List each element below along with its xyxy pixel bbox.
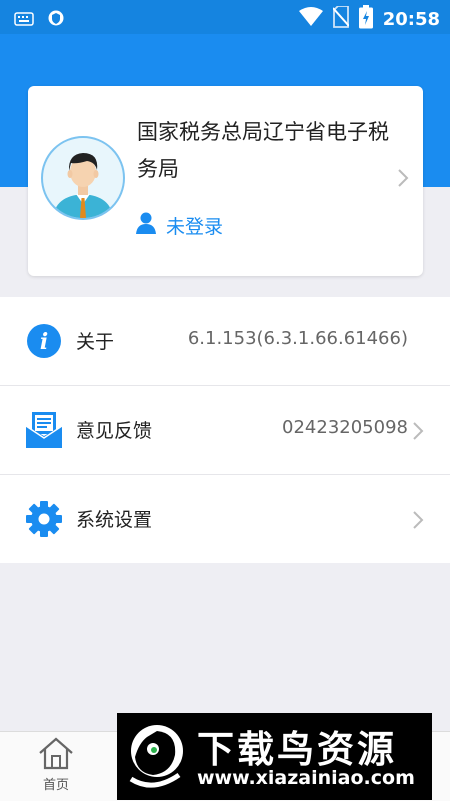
settings-menu: i 关于 6.1.153(6.3.1.66.61466) 意见反馈 024232… xyxy=(0,297,450,563)
watermark-url: www.xiazainiao.com xyxy=(197,767,415,789)
svg-text:i: i xyxy=(40,329,48,355)
login-status: 未登录 xyxy=(166,216,224,238)
mail-icon xyxy=(25,412,63,448)
tab-home-label: 首页 xyxy=(42,778,69,793)
chevron-right-icon xyxy=(412,421,424,445)
tab-home[interactable]: 首页 xyxy=(30,736,82,793)
user-icon xyxy=(136,212,156,239)
login-link[interactable]: 未登录 xyxy=(136,212,223,239)
watermark-banner: 下载鸟资源 www.xiazainiao.com xyxy=(117,713,432,800)
gear-icon xyxy=(26,501,62,537)
chevron-right-icon xyxy=(412,510,424,534)
battery-icon xyxy=(358,5,373,33)
menu-item-feedback[interactable]: 意见反馈 02423205098 xyxy=(0,386,450,475)
bird-logo-icon xyxy=(123,723,187,791)
menu-item-about[interactable]: i 关于 6.1.153(6.3.1.66.61466) xyxy=(0,297,450,386)
version-value: 6.1.153(6.3.1.66.61466) xyxy=(187,328,408,349)
organization-name: 国家税务总局辽宁省电子税务局 xyxy=(137,120,389,181)
keyboard-icon xyxy=(14,11,34,30)
avatar xyxy=(41,136,125,220)
info-icon: i xyxy=(26,323,62,359)
feedback-phone: 02423205098 xyxy=(282,417,408,438)
menu-label: 系统设置 xyxy=(76,509,153,531)
clock: 20:58 xyxy=(382,8,440,30)
home-icon xyxy=(38,737,74,774)
menu-label: 意见反馈 xyxy=(76,420,153,442)
menu-label: 关于 xyxy=(76,331,115,353)
chevron-right-icon xyxy=(397,168,409,192)
wifi-icon xyxy=(298,7,323,31)
no-sim-icon xyxy=(331,5,350,32)
shield-icon xyxy=(48,9,64,31)
status-bar: 20:58 xyxy=(0,0,450,34)
watermark-title: 下载鸟资源 xyxy=(197,728,397,771)
profile-card[interactable]: 国家税务总局辽宁省电子税务局 未登录 xyxy=(28,86,423,276)
menu-item-settings[interactable]: 系统设置 xyxy=(0,475,450,563)
